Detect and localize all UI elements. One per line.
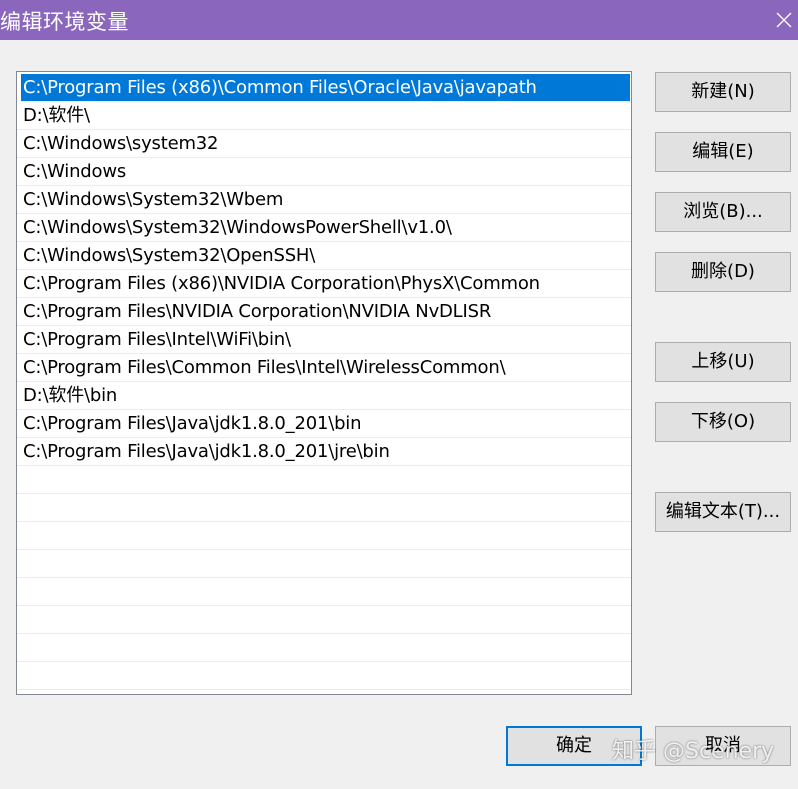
path-list-item[interactable]: C:\Program Files\Intel\WiFi\bin\ [17,326,631,354]
path-list-item[interactable]: C:\Program Files (x86)\Common Files\Orac… [21,74,630,102]
path-list-empty-row[interactable] [17,634,631,662]
path-list-empty-row[interactable] [17,494,631,522]
path-list-item[interactable]: C:\Program Files\Java\jdk1.8.0_201\bin [17,410,631,438]
path-list-item[interactable]: C:\Program Files\Common Files\Intel\Wire… [17,354,631,382]
path-list-empty-row[interactable] [17,662,631,690]
close-button[interactable] [770,0,798,40]
move-down-button[interactable]: 下移(O) [655,402,791,442]
path-list-item[interactable]: C:\Windows\System32\Wbem [17,186,631,214]
move-up-button[interactable]: 上移(U) [655,342,791,382]
delete-button[interactable]: 删除(D) [655,252,791,292]
edit-text-button[interactable]: 编辑文本(T)... [655,492,791,532]
edit-button[interactable]: 编辑(E) [655,132,791,172]
path-list-item[interactable]: C:\Windows\System32\WindowsPowerShell\v1… [17,214,631,242]
close-icon [776,12,792,28]
path-list-item[interactable]: C:\Program Files (x86)\NVIDIA Corporatio… [17,270,631,298]
path-list-empty-row[interactable] [17,550,631,578]
path-list-item[interactable]: C:\Program Files\NVIDIA Corporation\NVID… [17,298,631,326]
path-list-item[interactable]: C:\Program Files\Java\jdk1.8.0_201\jre\b… [17,438,631,466]
window-title: 编辑环境变量 [0,10,129,34]
path-list-empty-row[interactable] [17,606,631,634]
cancel-button[interactable]: 取消 [655,726,791,766]
path-list-empty-row[interactable] [17,466,631,494]
path-list-empty-row[interactable] [17,522,631,550]
path-list-item[interactable]: C:\Windows\system32 [17,130,631,158]
path-list-item[interactable]: C:\Windows [17,158,631,186]
new-button[interactable]: 新建(N) [655,72,791,112]
path-list-item[interactable]: C:\Windows\System32\OpenSSH\ [17,242,631,270]
path-list[interactable]: C:\Program Files (x86)\Common Files\Orac… [16,71,632,695]
title-bar: 编辑环境变量 [0,0,798,40]
path-list-item[interactable]: D:\软件\bin [17,382,631,410]
path-list-item[interactable]: D:\软件\ [17,102,631,130]
ok-button[interactable]: 确定 [506,726,642,766]
browse-button[interactable]: 浏览(B)... [655,192,791,232]
path-list-empty-row[interactable] [17,578,631,606]
